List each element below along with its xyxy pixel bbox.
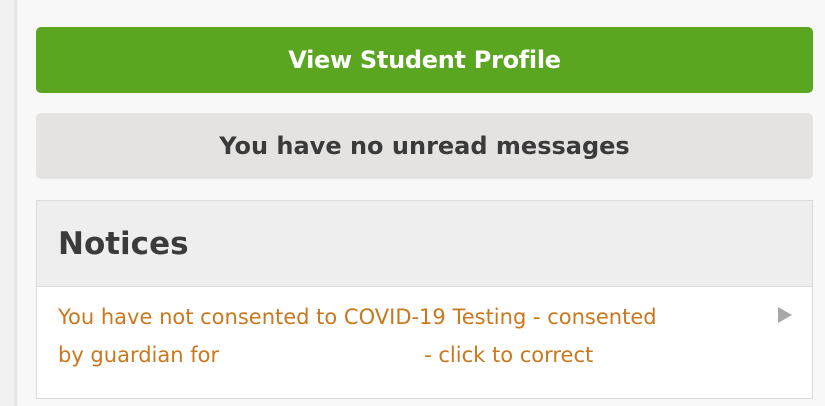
page-background: View Student Profile You have no unread …	[0, 0, 825, 406]
redacted-name	[219, 336, 424, 374]
notice-text-prefix: by guardian for	[58, 343, 220, 367]
notice-text-suffix: - click to correct	[424, 343, 594, 367]
notice-text-line2: by guardian for - click to correct	[58, 336, 752, 374]
left-divider	[14, 0, 17, 406]
notice-item[interactable]: You have not consented to COVID-19 Testi…	[37, 287, 812, 374]
notices-title: Notices	[58, 225, 189, 262]
unread-messages-banner[interactable]: You have no unread messages	[36, 113, 813, 179]
notices-panel: Notices You have not consented to COVID-…	[36, 200, 813, 399]
play-arrow-icon	[778, 307, 792, 323]
notices-header: Notices	[37, 201, 812, 287]
view-student-profile-button[interactable]: View Student Profile	[36, 27, 813, 93]
notice-text-line1: You have not consented to COVID-19 Testi…	[58, 305, 657, 329]
